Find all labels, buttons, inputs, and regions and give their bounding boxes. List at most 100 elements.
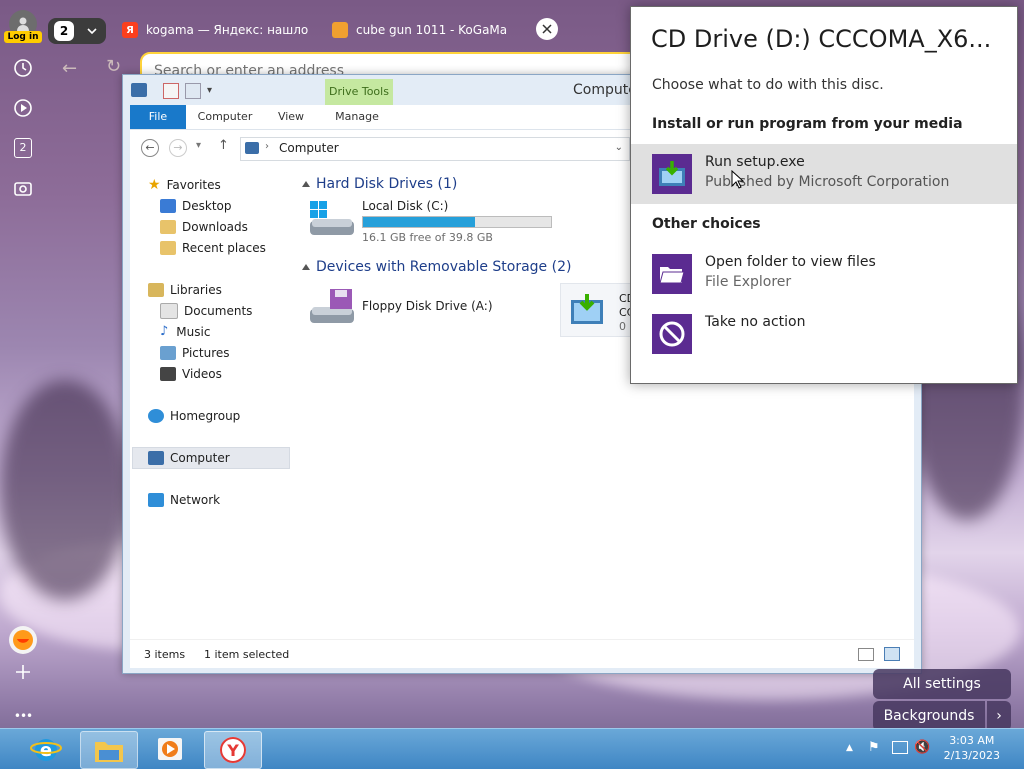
chevron-down-icon[interactable]: ⌄ — [615, 142, 623, 153]
homegroup-icon — [148, 409, 164, 423]
nav-network[interactable]: Network — [148, 490, 220, 510]
desktop-icon — [160, 199, 176, 213]
close-tab-icon[interactable] — [536, 18, 558, 40]
group-hard-disk-drives[interactable]: Hard Disk Drives (1) — [302, 176, 457, 192]
nav-desktop[interactable]: Desktop — [160, 196, 232, 216]
choice-subtitle: File Explorer — [705, 274, 792, 290]
all-settings-button[interactable]: All settings — [873, 669, 1011, 699]
section-install-header: Install or run program from your media — [652, 116, 963, 132]
tab-manage[interactable]: Manage — [326, 105, 388, 129]
new-folder-icon[interactable] — [185, 83, 201, 99]
choice-run-setup[interactable]: Run setup.exe Published by Microsoft Cor… — [631, 144, 1017, 204]
nav-libraries[interactable]: Libraries — [148, 280, 222, 300]
media-player-icon[interactable] — [142, 731, 198, 767]
hard-drive-icon — [308, 199, 356, 239]
status-bar: 3 items 1 item selected — [130, 639, 914, 668]
nav-computer[interactable]: Computer — [148, 448, 230, 468]
system-clock[interactable]: 3:03 AM 2/13/2023 — [944, 733, 1000, 763]
section-other-header: Other choices — [652, 216, 761, 232]
libraries-icon — [148, 283, 164, 297]
computer-icon — [131, 83, 147, 97]
choice-open-folder[interactable]: Open folder to view files File Explorer — [631, 244, 1017, 304]
browser-tabbar: 2 Я kogama — Яндекс: нашло cube gun 1011… — [46, 10, 636, 50]
back-button-icon[interactable]: ← — [141, 139, 159, 157]
item-count: 3 items — [144, 648, 186, 661]
back-arrow-icon[interactable]: ← — [62, 58, 77, 79]
collapse-triangle-icon — [302, 264, 310, 270]
drive-free-space: 16.1 GB free of 39.8 GB — [362, 231, 493, 244]
browser-tab-cube-gun[interactable]: cube gun 1011 - KoGaMa — [332, 16, 516, 44]
quick-access-dropdown-icon[interactable]: ▾ — [207, 85, 212, 96]
drive-tools-context-tab: Drive Tools — [325, 79, 393, 105]
file-explorer-icon[interactable] — [80, 731, 138, 769]
computer-icon — [245, 142, 259, 154]
network-icon — [148, 493, 164, 507]
autoplay-dialog: CD Drive (D:) CCCOMA_X6... Choose what t… — [630, 6, 1018, 384]
plus-icon[interactable] — [9, 658, 37, 686]
browser-tab-kogama-search[interactable]: Я kogama — Яндекс: нашло — [122, 16, 312, 44]
action-center-flag-icon[interactable]: ⚑ — [868, 740, 880, 755]
drive-floppy-a[interactable]: Floppy Disk Drive (A:) — [308, 287, 493, 327]
yandex-market-icon[interactable] — [9, 626, 37, 654]
recent-places-icon — [160, 241, 176, 255]
backgrounds-button[interactable]: Backgrounds — [873, 701, 985, 731]
details-view-icon[interactable] — [858, 648, 874, 661]
breadcrumb-chevron-icon: › — [265, 141, 269, 152]
more-dots-icon[interactable]: ••• — [9, 702, 37, 730]
no-action-icon — [652, 314, 692, 354]
computer-icon — [148, 451, 164, 465]
group-removable-storage[interactable]: Devices with Removable Storage (2) — [302, 259, 571, 275]
breadcrumb-item[interactable]: Computer — [279, 141, 339, 155]
volume-muted-icon[interactable]: 🔇 — [914, 740, 930, 755]
tab-computer[interactable]: Computer — [190, 105, 260, 129]
properties-icon[interactable] — [163, 83, 179, 99]
choice-title: Open folder to view files — [705, 254, 876, 270]
tab-title: kogama — Яндекс: нашло — [146, 23, 309, 37]
yandex-browser-icon[interactable]: Y — [204, 731, 262, 769]
nav-favorites[interactable]: ★ Favorites — [148, 175, 221, 195]
navigation-pane: ★ Favorites Desktop Downloads Recent plac… — [130, 165, 290, 639]
tab-view[interactable]: View — [268, 105, 314, 129]
kogama-favicon-icon — [332, 22, 348, 38]
chevron-down-icon — [87, 28, 97, 35]
reload-icon[interactable]: ↻ — [106, 56, 121, 77]
large-icons-view-icon[interactable] — [884, 647, 900, 661]
autoplay-subtitle: Choose what to do with this disc. — [652, 77, 884, 93]
nav-downloads[interactable]: Downloads — [160, 217, 248, 237]
chevron-right-icon[interactable]: › — [987, 701, 1011, 731]
login-badge[interactable]: Log in — [4, 31, 42, 43]
choice-take-no-action[interactable]: Take no action — [631, 304, 1017, 364]
drive-local-c[interactable]: Local Disk (C:) 16.1 GB free of 39.8 GB — [308, 199, 552, 244]
recent-locations-icon[interactable]: ▾ — [196, 140, 201, 151]
tab-count-icon[interactable]: 2 — [9, 134, 37, 162]
show-hidden-icons-icon[interactable]: ▲ — [846, 743, 853, 753]
taskbar: e Y ▲ ⚑ 🔇 3:03 AM 2/13/2023 — [0, 728, 1024, 769]
ie-icon[interactable]: e — [18, 731, 74, 767]
music-note-icon: ♪ — [160, 324, 169, 339]
floppy-drive-icon — [308, 287, 356, 327]
nav-music[interactable]: ♪ Music — [160, 322, 210, 342]
documents-icon — [160, 303, 178, 319]
clock-date: 2/13/2023 — [943, 749, 1000, 762]
videos-icon — [160, 367, 176, 381]
play-circle-icon[interactable] — [9, 94, 37, 122]
drive-name: Local Disk (C:) — [362, 199, 449, 213]
nav-homegroup[interactable]: Homegroup — [148, 406, 240, 426]
network-status-icon[interactable] — [892, 741, 908, 754]
forward-button-icon[interactable]: → — [169, 139, 187, 157]
choice-title: Run setup.exe — [705, 154, 805, 170]
choice-title: Take no action — [705, 314, 806, 330]
tab-file[interactable]: File — [130, 105, 186, 129]
nav-pictures[interactable]: Pictures — [160, 343, 230, 363]
breadcrumb[interactable]: › Computer ⌄ — [240, 137, 630, 161]
svg-text:Y: Y — [226, 741, 239, 760]
selection-count: 1 item selected — [204, 648, 290, 661]
nav-videos[interactable]: Videos — [160, 364, 222, 384]
folder-open-icon — [652, 254, 692, 294]
tab-counter-button[interactable]: 2 — [48, 18, 106, 44]
nav-recent-places[interactable]: Recent places — [160, 238, 266, 258]
nav-documents[interactable]: Documents — [160, 301, 252, 321]
camera-screenshot-icon[interactable] — [9, 174, 37, 202]
up-arrow-icon[interactable]: ↑ — [218, 138, 229, 153]
history-clock-icon[interactable] — [9, 54, 37, 82]
